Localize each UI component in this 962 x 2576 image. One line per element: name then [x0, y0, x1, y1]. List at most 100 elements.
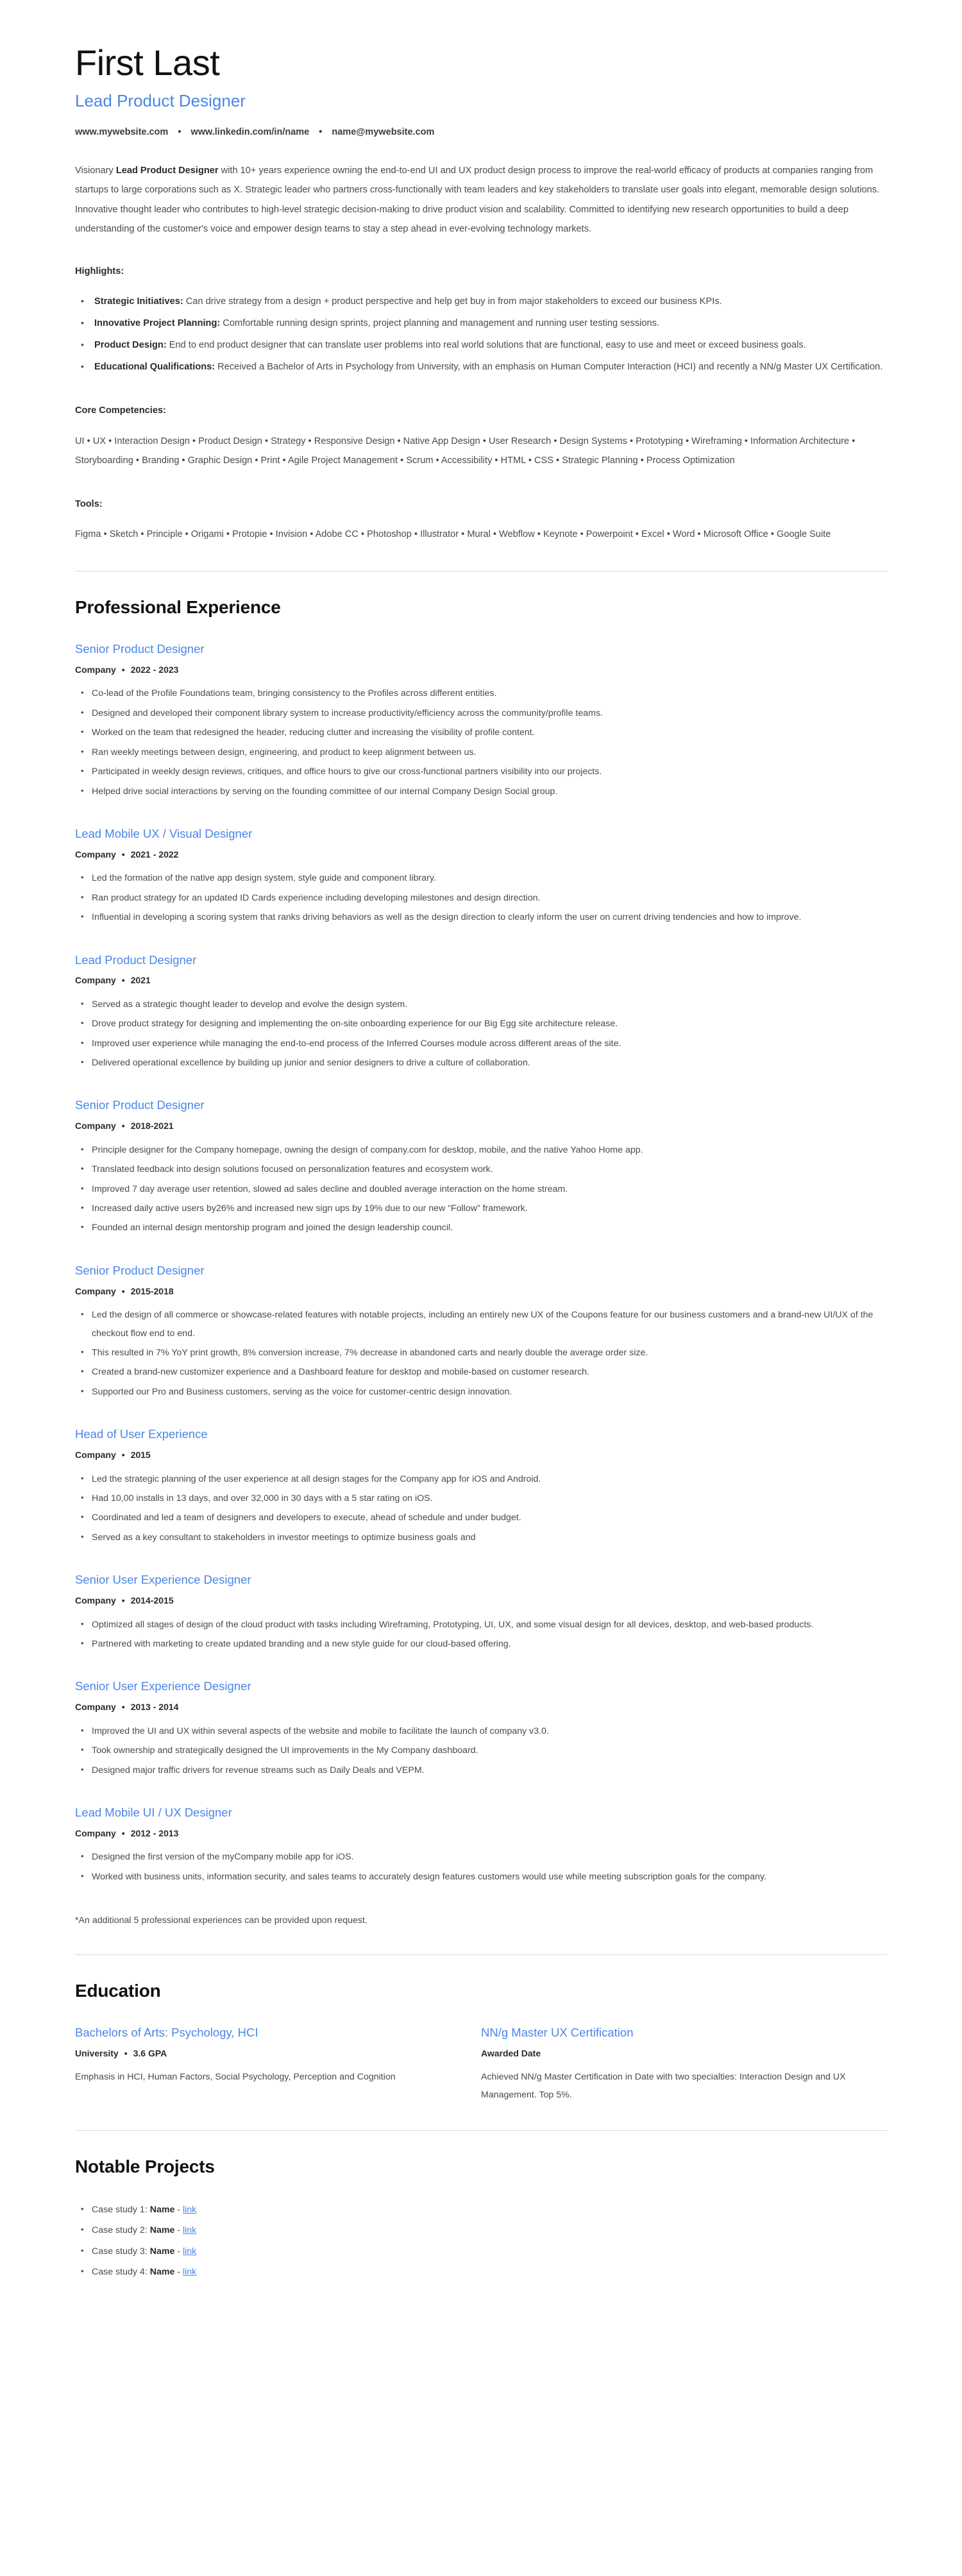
job-company: Company	[75, 1450, 116, 1461]
job-dates: 2021	[130, 975, 151, 986]
list-item: Co-lead of the Profile Foundations team,…	[75, 684, 887, 702]
list-item: Partnered with marketing to create updat…	[75, 1635, 887, 1653]
experience-entry: Lead Mobile UX / Visual Designer Company…	[75, 826, 887, 927]
list-item: Improved the UI and UX within several as…	[75, 1722, 887, 1740]
contact-separator: •	[319, 126, 323, 137]
education-entry: NN/g Master UX Certification Awarded Dat…	[481, 2025, 887, 2105]
section-divider	[75, 1954, 887, 1955]
experience-entry: Senior Product Designer Company • 2015-201…	[75, 1263, 887, 1401]
education-description: Achieved NN/g Master Certification in Da…	[481, 2071, 846, 2101]
highlights-list: Strategic Initiatives: Can drive strateg…	[75, 292, 887, 377]
list-item: Ran product strategy for an updated ID C…	[75, 889, 887, 907]
list-item: Founded an internal design mentorship pr…	[75, 1219, 887, 1237]
education-institution: University	[75, 2047, 119, 2058]
job-duties: Designed the first version of the myComp…	[75, 1848, 887, 1886]
job-company: Company	[75, 1702, 116, 1713]
list-item: Designed and developed their component l…	[75, 704, 887, 722]
job-duties: Led the formation of the native app desi…	[75, 869, 887, 926]
job-meta: Company • 2021 - 2022	[75, 847, 887, 861]
job-meta: Company • 2021	[75, 973, 887, 987]
education-title: NN/g Master UX Certification	[481, 2025, 634, 2039]
professional-summary: Visionary Lead Product Designer with 10+…	[75, 161, 887, 238]
job-title: Senior User Experience Designer	[75, 1679, 251, 1693]
list-item: Improved user experience while managing …	[75, 1035, 887, 1053]
job-dates: 2015-2018	[130, 1285, 174, 1296]
highlight-text: Comfortable running design sprints, proj…	[220, 318, 659, 329]
list-item: Participated in weekly design reviews, c…	[75, 763, 887, 781]
project-name: Name	[149, 2225, 175, 2236]
resume-sheet: First Last Lead Product Designer www.myw…	[75, 43, 887, 2281]
education-entry: Bachelors of Arts: Psychology, HCI Unive…	[75, 2025, 481, 2105]
project-link[interactable]: link	[183, 2267, 196, 2277]
list-item: Served as a strategic thought leader to …	[75, 996, 887, 1013]
list-item: Created a brand-new customizer experienc…	[75, 1363, 887, 1381]
project-link[interactable]: link	[183, 2205, 196, 2215]
project-prefix: Case study 2:	[92, 2225, 150, 2236]
list-item: Drove product strategy for designing and…	[75, 1015, 887, 1033]
project-link[interactable]: link	[183, 2225, 196, 2235]
experience-entry: Senior Product Designer Company • 2022 - 2…	[75, 641, 887, 801]
list-item: Ran weekly meetings between design, engi…	[75, 743, 887, 761]
job-title: Senior Product Designer	[75, 1263, 205, 1277]
meta-separator: •	[121, 975, 125, 986]
highlight-label: Innovative Project Planning:	[94, 318, 221, 329]
list-item: Influential in developing a scoring syst…	[75, 908, 887, 926]
job-company: Company	[75, 1121, 116, 1131]
core-competencies-heading: Core Competencies:	[75, 405, 166, 416]
education-institution: Awarded Date	[481, 2047, 541, 2058]
education-meta: Awarded Date	[481, 2046, 861, 2060]
meta-separator: •	[121, 1450, 125, 1461]
job-dates: 2022 - 2023	[130, 665, 179, 675]
list-item: Designed major traffic drivers for reven…	[75, 1761, 887, 1779]
list-item: Led the strategic planning of the user e…	[75, 1470, 887, 1488]
list-item: Supported our Pro and Business customers…	[75, 1383, 887, 1401]
highlight-text: End to end product designer that can tra…	[166, 340, 806, 351]
education-description: Emphasis in HCI, Human Factors, Social P…	[75, 2071, 396, 2082]
education-detail: 3.6 GPA	[133, 2047, 167, 2058]
headline: Lead Product Designer	[75, 91, 246, 111]
meta-separator: •	[121, 1285, 125, 1296]
list-item: Innovative Project Planning: Comfortable…	[75, 314, 887, 333]
contact-line: www.mywebsite.com • www.linkedin.com/in/…	[75, 126, 887, 140]
highlight-label: Educational Qualifications:	[94, 362, 215, 373]
job-meta: Company • 2015-2018	[75, 1284, 887, 1298]
summary-bold-phrase: Lead Product Designer	[115, 165, 219, 176]
contact-website[interactable]: www.mywebsite.com	[75, 127, 168, 137]
contact-email[interactable]: name@mywebsite.com	[332, 127, 434, 137]
list-item: Strategic Initiatives: Can drive strateg…	[75, 292, 887, 311]
meta-separator: •	[121, 1702, 125, 1713]
meta-separator: •	[121, 1827, 125, 1838]
contact-linkedin[interactable]: www.linkedin.com/in/name	[190, 127, 309, 137]
list-item: Took ownership and strategically designe…	[75, 1741, 887, 1759]
project-prefix: Case study 4:	[92, 2266, 150, 2277]
experience-section-title: Professional Experience	[75, 597, 281, 618]
job-dates: 2013 - 2014	[130, 1702, 179, 1713]
section-divider	[75, 571, 887, 572]
experience-entry: Senior User Experience Designer Company •…	[75, 1679, 887, 1779]
job-company: Company	[75, 1827, 116, 1838]
education-section-title: Education	[75, 1980, 161, 2001]
meta-separator: •	[121, 1121, 125, 1131]
job-company: Company	[75, 975, 116, 986]
job-company: Company	[75, 849, 116, 860]
resume-page: First Last Lead Product Designer www.myw…	[0, 0, 962, 2576]
list-item: Served as a key consultant to stakeholde…	[75, 1529, 887, 1546]
job-title: Lead Product Designer	[75, 953, 197, 967]
job-title: Senior Product Designer	[75, 642, 205, 656]
job-dates: 2012 - 2013	[130, 1827, 179, 1838]
education-title: Bachelors of Arts: Psychology, HCI	[75, 2025, 258, 2039]
project-dash: -	[174, 2204, 183, 2215]
job-title: Lead Mobile UX / Visual Designer	[75, 826, 253, 840]
list-item: Delivered operational excellence by buil…	[75, 1054, 887, 1072]
job-meta: Company • 2012 - 2013	[75, 1826, 887, 1840]
list-item: Translated feedback into design solution…	[75, 1160, 887, 1178]
job-meta: Company • 2014-2015	[75, 1593, 887, 1607]
job-duties: Served as a strategic thought leader to …	[75, 996, 887, 1072]
list-item: Educational Qualifications: Received a B…	[75, 357, 887, 377]
experience-entry: Lead Product Designer Company • 2021 Serve…	[75, 953, 887, 1072]
job-meta: Company • 2022 - 2023	[75, 663, 887, 677]
job-dates: 2021 - 2022	[130, 849, 179, 860]
project-link[interactable]: link	[183, 2246, 196, 2257]
job-company: Company	[75, 1595, 116, 1606]
highlight-text: Can drive strategy from a design + produ…	[183, 296, 722, 307]
